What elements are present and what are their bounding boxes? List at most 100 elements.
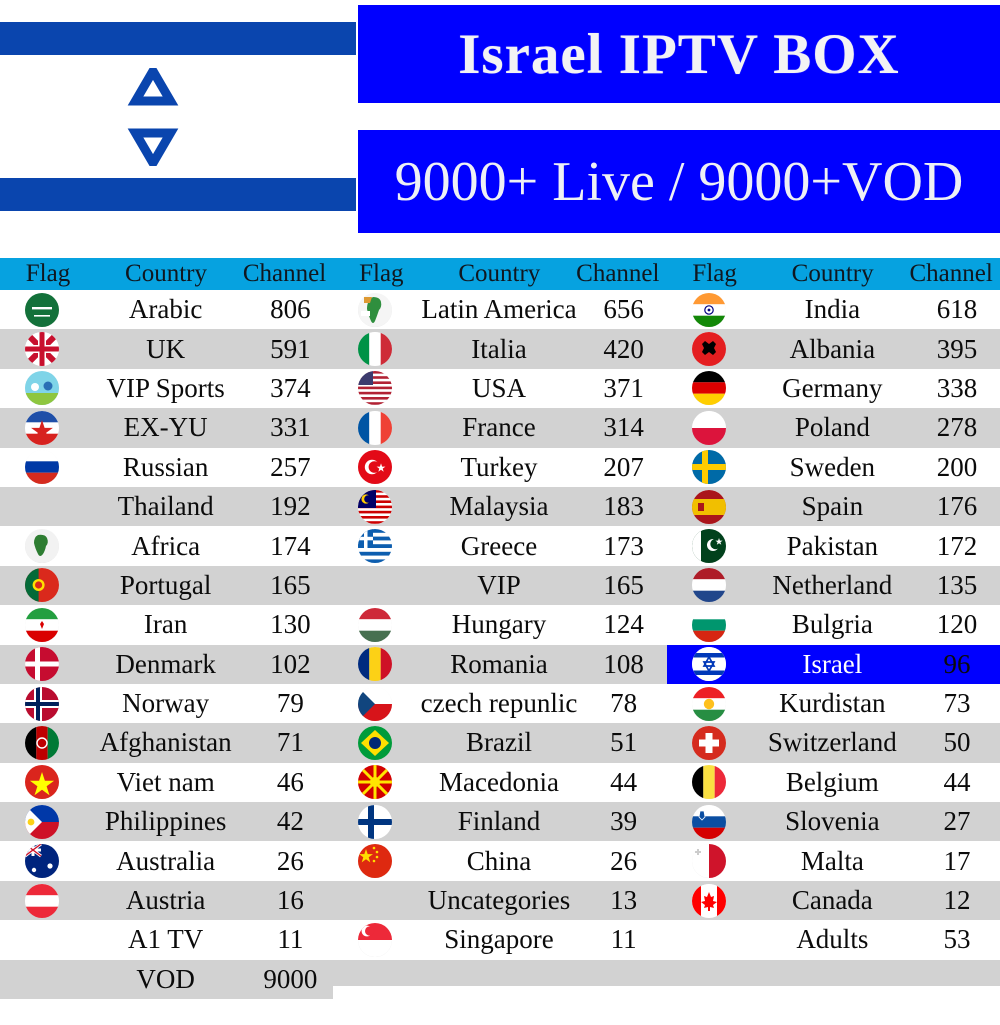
channel-column-right: India 618 Albania 395 Germany 338 Poland 278 Swe… <box>666 290 1000 1000</box>
country-name: Spain <box>801 491 864 522</box>
italy-flag-icon <box>358 332 393 367</box>
page-subtitle-box: 9000+ Live / 9000+VOD <box>358 130 1000 233</box>
table-row[interactable]: Brazil 51 <box>333 723 667 763</box>
header-group-2: Flag Country Channel <box>333 258 666 290</box>
slovenia-flag-icon <box>691 804 726 839</box>
table-row[interactable]: VIP Sports 374 <box>0 368 334 409</box>
header-flag: Flag <box>25 260 71 287</box>
table-row[interactable]: Iran 130 <box>0 605 334 645</box>
table-row[interactable]: Norway 79 <box>0 683 334 724</box>
table-row[interactable]: Portugal 165 <box>0 565 334 606</box>
country-name: Austria <box>125 885 206 916</box>
table-row[interactable]: Malta 17 <box>666 841 1000 881</box>
china-flag-icon <box>358 844 393 879</box>
table-row[interactable]: Belgium 44 <box>666 762 1000 803</box>
table-row[interactable]: Viet nam 46 <box>0 762 334 803</box>
table-row[interactable]: Uncategories 13 <box>333 880 667 921</box>
table-row[interactable]: A1 TV 11 <box>0 920 334 960</box>
table-row[interactable]: Israel 96 <box>666 644 1000 684</box>
table-row[interactable]: Adults 53 <box>666 920 1000 960</box>
table-row[interactable]: Afghanistan 71 <box>0 723 334 763</box>
flag-cell <box>0 725 84 760</box>
channel-count: 656 <box>603 294 644 325</box>
flag-cell <box>667 332 751 367</box>
flag-cell <box>333 332 417 367</box>
channel-count: 12 <box>943 885 971 916</box>
table-row[interactable]: Italia 420 <box>333 329 667 369</box>
header-channel: Channel <box>909 260 993 287</box>
table-row[interactable]: czech repunlic 78 <box>333 683 667 724</box>
table-row[interactable]: Arabic 806 <box>0 290 334 330</box>
no-flag-placeholder <box>25 490 59 524</box>
flag-cell <box>333 607 417 642</box>
table-row[interactable]: Spain 176 <box>666 486 1000 527</box>
table-row[interactable]: USA 371 <box>333 368 667 409</box>
table-row[interactable]: France 314 <box>333 408 667 448</box>
table-row[interactable]: Germany 338 <box>666 368 1000 409</box>
header-country: Country <box>791 260 874 287</box>
table-row[interactable]: Philippines 42 <box>0 802 334 842</box>
country-name: EX-YU <box>123 412 208 443</box>
table-row[interactable]: Turkey 207 <box>333 447 667 487</box>
country-name: VIP <box>477 569 521 600</box>
country-name: Macedonia <box>439 766 559 797</box>
table-row[interactable]: Malaysia 183 <box>333 486 667 527</box>
table-row[interactable]: EX-YU 331 <box>0 408 334 448</box>
country-name: Slovenia <box>785 806 880 837</box>
table-row[interactable]: Poland 278 <box>666 408 1000 448</box>
table-row[interactable]: Albania 395 <box>666 329 1000 369</box>
country-name: Poland <box>794 412 870 443</box>
flag-cell <box>667 489 751 524</box>
france-flag-icon <box>358 410 393 445</box>
table-row[interactable]: China 26 <box>333 841 667 881</box>
country-name: Belgium <box>785 766 879 797</box>
iptv-channel-list-page: Israel IPTV BOX 9000+ Live / 9000+VOD Fl… <box>0 0 1000 1025</box>
table-row[interactable]: Finland 39 <box>333 802 667 842</box>
table-row[interactable]: Greece 173 <box>333 526 667 566</box>
channel-count: 17 <box>943 845 971 876</box>
channel-count: 108 <box>603 648 644 679</box>
albania-flag-icon <box>691 332 726 367</box>
norway-flag-icon <box>25 686 59 721</box>
table-row[interactable]: Austria 16 <box>0 880 334 921</box>
table-row[interactable]: Russian 257 <box>0 447 334 487</box>
country-name: France <box>462 412 536 443</box>
table-row[interactable]: India 618 <box>666 290 1000 330</box>
table-row[interactable]: Denmark 102 <box>0 644 334 684</box>
table-row[interactable]: Africa 174 <box>0 526 334 566</box>
table-row[interactable]: Thailand 192 <box>0 486 334 527</box>
country-name: Hungary <box>451 609 547 640</box>
no-flag-placeholder <box>25 962 59 996</box>
country-name: Norway <box>122 688 210 719</box>
table-row[interactable]: Hungary 124 <box>333 605 667 645</box>
table-row[interactable]: Romania 108 <box>333 644 667 684</box>
table-row[interactable]: Latin America 656 <box>333 290 667 330</box>
flag-cell <box>0 686 84 721</box>
table-row[interactable]: VOD 9000 <box>0 959 334 1000</box>
table-row[interactable]: UK 591 <box>0 329 334 369</box>
country-name: Italia <box>471 333 527 364</box>
vip-sports-icon-icon <box>25 371 59 406</box>
channel-count: 806 <box>270 294 311 325</box>
no-flag-placeholder <box>358 884 392 918</box>
country-name: Thailand <box>117 491 214 522</box>
table-row[interactable]: Canada 12 <box>666 880 1000 921</box>
table-row[interactable]: VIP 165 <box>333 565 667 606</box>
table-row[interactable]: Macedonia 44 <box>333 762 667 803</box>
channel-count: 26 <box>610 845 638 876</box>
table-row[interactable]: Pakistan 172 <box>666 526 1000 566</box>
channel-count: 13 <box>610 885 638 916</box>
table-row[interactable]: Bulgria 120 <box>666 605 1000 645</box>
table-columns: Arabic 806 UK 591 VIP Sports 374 EX-YU 331 Russi… <box>0 290 1000 1025</box>
table-row[interactable]: Sweden 200 <box>666 447 1000 487</box>
country-name: Israel <box>802 648 863 679</box>
table-row[interactable]: Singapore 11 <box>333 920 667 960</box>
channel-count: 207 <box>603 451 644 482</box>
table-row[interactable]: Switzerland 50 <box>666 723 1000 763</box>
table-row[interactable]: Kurdistan 73 <box>666 683 1000 724</box>
table-row[interactable]: Netherland 135 <box>666 565 1000 606</box>
spain-flag-icon <box>691 489 726 524</box>
bulgaria-flag-icon <box>691 607 726 642</box>
table-row[interactable]: Slovenia 27 <box>666 802 1000 842</box>
table-row[interactable]: Australia 26 <box>0 841 334 881</box>
